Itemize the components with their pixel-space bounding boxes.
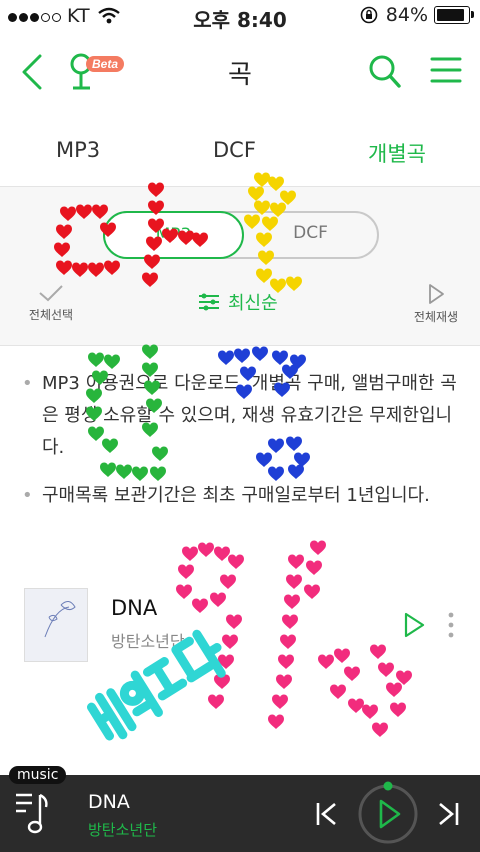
- play-all-label: 전체재생: [413, 310, 459, 324]
- notice-list: • MP3 이용권으로 다운로드, 개별곡 구매, 앨범구매한 곡은 평생 소유…: [22, 368, 462, 528]
- play-icon[interactable]: [402, 612, 426, 638]
- play-all-icon: [429, 284, 444, 304]
- toggle-dcf[interactable]: DCF: [242, 211, 379, 255]
- notice-item: • 구매목록 보관기간은 최초 구매일로부터 1년입니다.: [22, 480, 462, 512]
- search-icon[interactable]: [368, 54, 402, 90]
- notice-item: • MP3 이용권으로 다운로드, 개별곡 구매, 앨범구매한 곡은 평생 소유…: [22, 368, 462, 464]
- header: 곡: [0, 40, 480, 104]
- menu-icon[interactable]: [430, 56, 462, 84]
- check-icon: [39, 285, 63, 302]
- notice-text: MP3 이용권으로 다운로드, 개별곡 구매, 앨범구매한 곡은 평생 소유할 …: [42, 373, 457, 458]
- song-row[interactable]: DNA 방탄소년단: [24, 588, 464, 662]
- album-art: [24, 588, 88, 662]
- select-all-button[interactable]: 전체선택: [24, 283, 78, 323]
- now-playing-title: DNA: [88, 791, 130, 813]
- beta-badge: Beta: [86, 56, 125, 72]
- filter-panel: MP3 DCF 전체선택 최신순 전체재생: [0, 187, 480, 346]
- tab-bar: MP3 DCF 개별곡: [0, 126, 480, 187]
- play-all-button[interactable]: 전체재생: [408, 283, 464, 325]
- now-playing-artist: 방탄소년단: [88, 821, 158, 839]
- more-options-icon[interactable]: [446, 612, 456, 638]
- select-all-label: 전체선택: [28, 308, 74, 322]
- song-title: DNA: [111, 596, 158, 620]
- mini-player[interactable]: DNA 방탄소년단: [0, 775, 480, 852]
- sort-sliders-icon: [199, 293, 219, 311]
- battery-icon: [434, 6, 474, 24]
- playlist-music-icon[interactable]: [14, 789, 54, 837]
- bullet-icon: •: [22, 373, 33, 394]
- status-right: 84%: [360, 4, 474, 26]
- rotation-lock-icon: [360, 6, 378, 24]
- format-toggle: MP3 DCF: [103, 211, 379, 259]
- page-title: 곡: [228, 60, 252, 90]
- previous-track-icon[interactable]: [315, 801, 339, 827]
- sort-label: 최신순: [228, 293, 278, 314]
- bullet-icon: •: [22, 485, 33, 506]
- next-track-icon[interactable]: [436, 801, 460, 827]
- music-tag: music: [9, 766, 67, 784]
- play-pause-button[interactable]: [356, 777, 420, 847]
- sort-button[interactable]: 최신순: [198, 289, 278, 315]
- tab-individual-songs[interactable]: 개별곡: [368, 138, 426, 168]
- tab-mp3[interactable]: MP3: [56, 138, 100, 162]
- toggle-mp3[interactable]: MP3: [103, 211, 244, 259]
- tab-dcf[interactable]: DCF: [213, 138, 256, 162]
- battery-label: 84%: [385, 4, 428, 26]
- song-artist: 방탄소년단: [111, 632, 185, 651]
- notice-text: 구매목록 보관기간은 최초 구매일로부터 1년입니다.: [42, 485, 430, 506]
- status-bar: KT 오후 8:40 84%: [0, 0, 480, 32]
